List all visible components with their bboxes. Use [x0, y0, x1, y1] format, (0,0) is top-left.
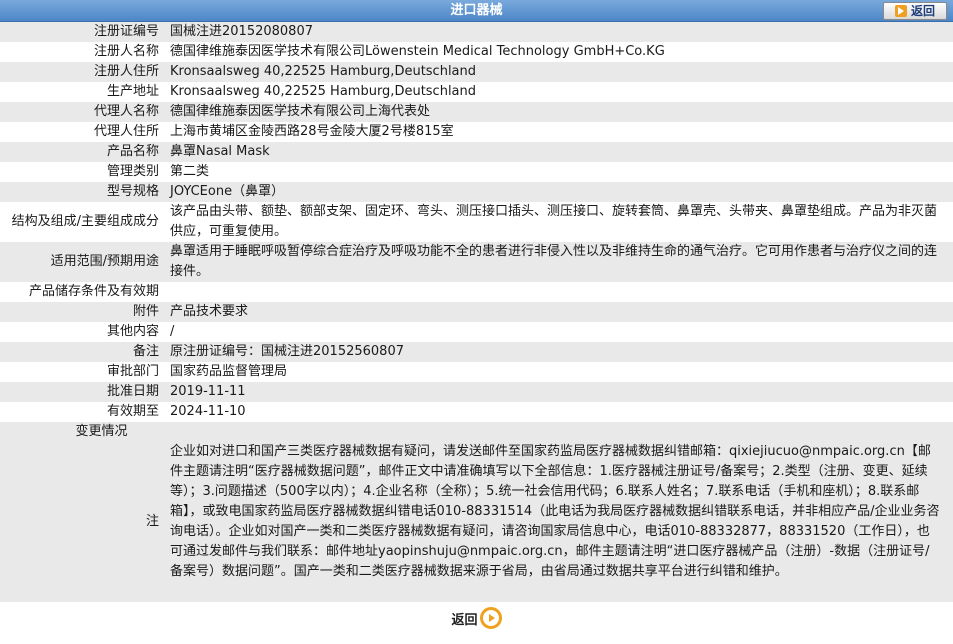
table-row: 注册证编号 国械注进20152080807: [0, 22, 953, 42]
field-label: 注册人住所: [0, 62, 165, 82]
table-row: 其他内容 /: [0, 322, 953, 342]
field-value: 鼻罩适用于睡眠呼吸暂停综合症治疗及呼吸功能不全的患者进行非侵入性以及非维持生命的…: [165, 242, 953, 282]
table-row: 代理人名称 德国律维施泰因医学技术有限公司上海代表处: [0, 102, 953, 122]
field-value: 国家药品监督管理局: [165, 362, 953, 382]
back-button-bottom-label: 返回: [451, 612, 478, 628]
field-label: 注册人名称: [0, 42, 165, 62]
table-row: 注册人住所 Kronsaalsweg 40,22525 Hamburg,Deuts…: [0, 62, 953, 82]
field-value: Kronsaalsweg 40,22525 Hamburg,Deutschlan…: [165, 82, 953, 102]
table-row: 变更情况 注 企业如对进口和国产三类医疗器械数据有疑问，请发送邮件至国家药监局医…: [0, 422, 953, 602]
table-row: 结构及组成/主要组成成分 该产品由头带、额垫、额部支架、固定环、弯头、测压接口插头…: [0, 202, 953, 242]
table-row: 生产地址 Kronsaalsweg 40,22525 Hamburg,Deutsc…: [0, 82, 953, 102]
table-row: 代理人住所 上海市黄埔区金陵西路28号金陵大厦2号楼815室: [0, 122, 953, 142]
field-label: 产品储存条件及有效期: [0, 282, 165, 302]
field-label: 备注: [0, 342, 165, 362]
back-button-bottom[interactable]: 返回: [451, 607, 502, 629]
field-label: 附件: [0, 302, 165, 322]
field-value: JOYCEone（鼻罩）: [165, 182, 953, 202]
field-label: 代理人住所: [0, 122, 165, 142]
field-value: 德国律维施泰因医学技术有限公司Löwenstein Medical Techno…: [165, 42, 953, 62]
field-label: 产品名称: [0, 142, 165, 162]
back-button-top-label: 返回: [910, 4, 935, 18]
arrow-circle-icon: [479, 607, 502, 629]
field-value: 该产品由头带、额垫、额部支架、固定环、弯头、测压接口插头、测压接口、旋转套筒、鼻…: [165, 202, 953, 242]
field-label: 有效期至: [0, 402, 165, 422]
table-row: 有效期至 2024-11-10: [0, 402, 953, 422]
field-value: 原注册证编号：国械注进20152560807: [165, 342, 953, 362]
table-row: 审批部门 国家药品监督管理局: [0, 362, 953, 382]
field-value: 2019-11-11: [165, 382, 953, 402]
page-header: 进口器械 返回: [0, 0, 953, 22]
field-label: 管理类别: [0, 162, 165, 182]
table-row: 附件 产品技术要求: [0, 302, 953, 322]
field-value: 鼻罩Nasal Mask: [165, 142, 953, 162]
arrow-right-icon: [894, 5, 907, 17]
field-value: [165, 282, 953, 302]
field-label: 型号规格: [0, 182, 165, 202]
change-label: 变更情况: [75, 424, 128, 439]
field-label: 代理人名称: [0, 102, 165, 122]
back-button-top[interactable]: 返回: [883, 2, 947, 20]
field-label: 适用范围/预期用途: [0, 242, 165, 282]
field-label: 其他内容: [0, 322, 165, 342]
field-label: 生产地址: [0, 82, 165, 102]
field-label: 审批部门: [0, 362, 165, 382]
table-row: 适用范围/预期用途 鼻罩适用于睡眠呼吸暂停综合症治疗及呼吸功能不全的患者进行非侵入…: [0, 242, 953, 282]
table-row: 产品名称 鼻罩Nasal Mask: [0, 142, 953, 162]
field-label: 变更情况 注: [0, 422, 165, 602]
field-value: 上海市黄埔区金陵西路28号金陵大厦2号楼815室: [165, 122, 953, 142]
table-row: 管理类别 第二类: [0, 162, 953, 182]
field-value: /: [165, 322, 953, 342]
table-row: 批准日期 2019-11-11: [0, 382, 953, 402]
field-value: 产品技术要求: [165, 302, 953, 322]
field-value: 德国律维施泰因医学技术有限公司上海代表处: [165, 102, 953, 122]
table-row: 注册人名称 德国律维施泰因医学技术有限公司Löwenstein Medical T…: [0, 42, 953, 62]
field-value: 国械注进20152080807: [165, 22, 953, 42]
detail-table: 注册证编号 国械注进20152080807 注册人名称 德国律维施泰因医学技术有限公…: [0, 22, 953, 602]
note-text: 企业如对进口和国产三类医疗器械数据有疑问，请发送邮件至国家药监局医疗器械数据纠错…: [170, 444, 940, 579]
field-value: 第二类: [165, 162, 953, 182]
field-label: 注册证编号: [0, 22, 165, 42]
note-cell: 企业如对进口和国产三类医疗器械数据有疑问，请发送邮件至国家药监局医疗器械数据纠错…: [165, 422, 953, 602]
page-title: 进口器械: [450, 3, 503, 18]
field-value: 2024-11-10: [165, 402, 953, 422]
table-row: 产品储存条件及有效期: [0, 282, 953, 302]
table-row: 备注 原注册证编号：国械注进20152560807: [0, 342, 953, 362]
field-label: 批准日期: [0, 382, 165, 402]
table-row: 型号规格 JOYCEone（鼻罩）: [0, 182, 953, 202]
note-label: 注: [145, 514, 159, 529]
field-value: Kronsaalsweg 40,22525 Hamburg,Deutschlan…: [165, 62, 953, 82]
footer: 返回: [0, 602, 953, 634]
field-label: 结构及组成/主要组成成分: [0, 202, 165, 242]
